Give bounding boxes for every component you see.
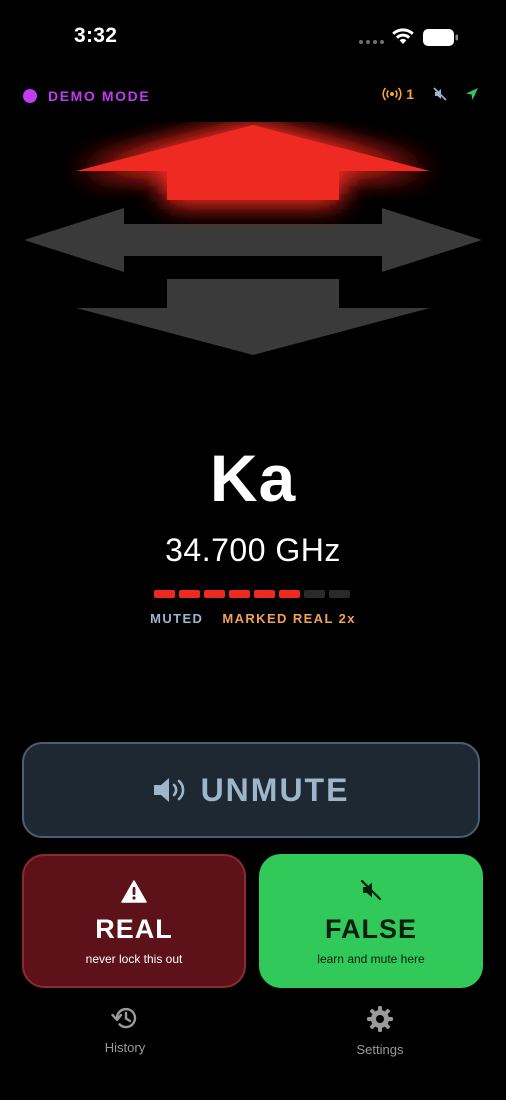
strength-segment [279,590,300,598]
location-arrow-icon [466,88,478,100]
alert-tags: MUTED MARKED REAL 2x [0,611,506,626]
signal-strength-meter [154,590,350,598]
radar-count: 1 [406,86,414,102]
false-sublabel: learn and mute here [317,952,425,966]
strength-segment [204,590,225,598]
battery-icon [423,29,458,46]
frequency-label: 34.700 GHz [165,532,341,568]
strength-segment [229,590,250,598]
muted-tag: MUTED [150,611,204,626]
radar-broadcast-icon: 1 [382,86,414,102]
cellular-signal-icon [359,40,384,44]
unmute-label: UNMUTE [200,771,350,808]
header-status-icons: 1 [382,86,480,102]
mute-status-icon [433,87,447,101]
mark-false-button[interactable]: FALSE learn and mute here [259,854,483,988]
mark-real-button[interactable]: REAL never lock this out [22,854,246,988]
strength-segment [154,590,175,598]
status-time: 3:32 [74,24,118,47]
real-label: REAL [95,914,173,944]
direction-arrows [24,125,482,355]
rear-arrow [76,279,430,355]
real-sublabel: never lock this out [85,952,183,966]
speaker-icon [153,778,184,802]
nav-history[interactable]: History [70,1005,180,1055]
strength-segment [254,590,275,598]
unmute-button[interactable]: UNMUTE [22,742,480,838]
warning-icon [121,880,147,903]
false-label: FALSE [324,914,417,944]
nav-history-label: History [104,1040,146,1055]
side-arrow [24,208,482,272]
demo-mode-label: DEMO MODE [48,88,151,104]
front-arrow [76,125,430,200]
nav-settings[interactable]: Settings [325,1005,435,1057]
strength-segment [179,590,200,598]
nav-settings-label: Settings [356,1042,404,1057]
strength-segment [329,590,350,598]
band-label: Ka [209,441,297,515]
gear-icon [367,1006,393,1032]
history-icon [111,1007,137,1029]
muted-speaker-icon [360,879,382,901]
marked-real-tag: MARKED REAL 2x [222,611,356,626]
demo-mode-indicator [23,89,37,103]
strength-segment [304,590,325,598]
wifi-icon [392,28,414,44]
